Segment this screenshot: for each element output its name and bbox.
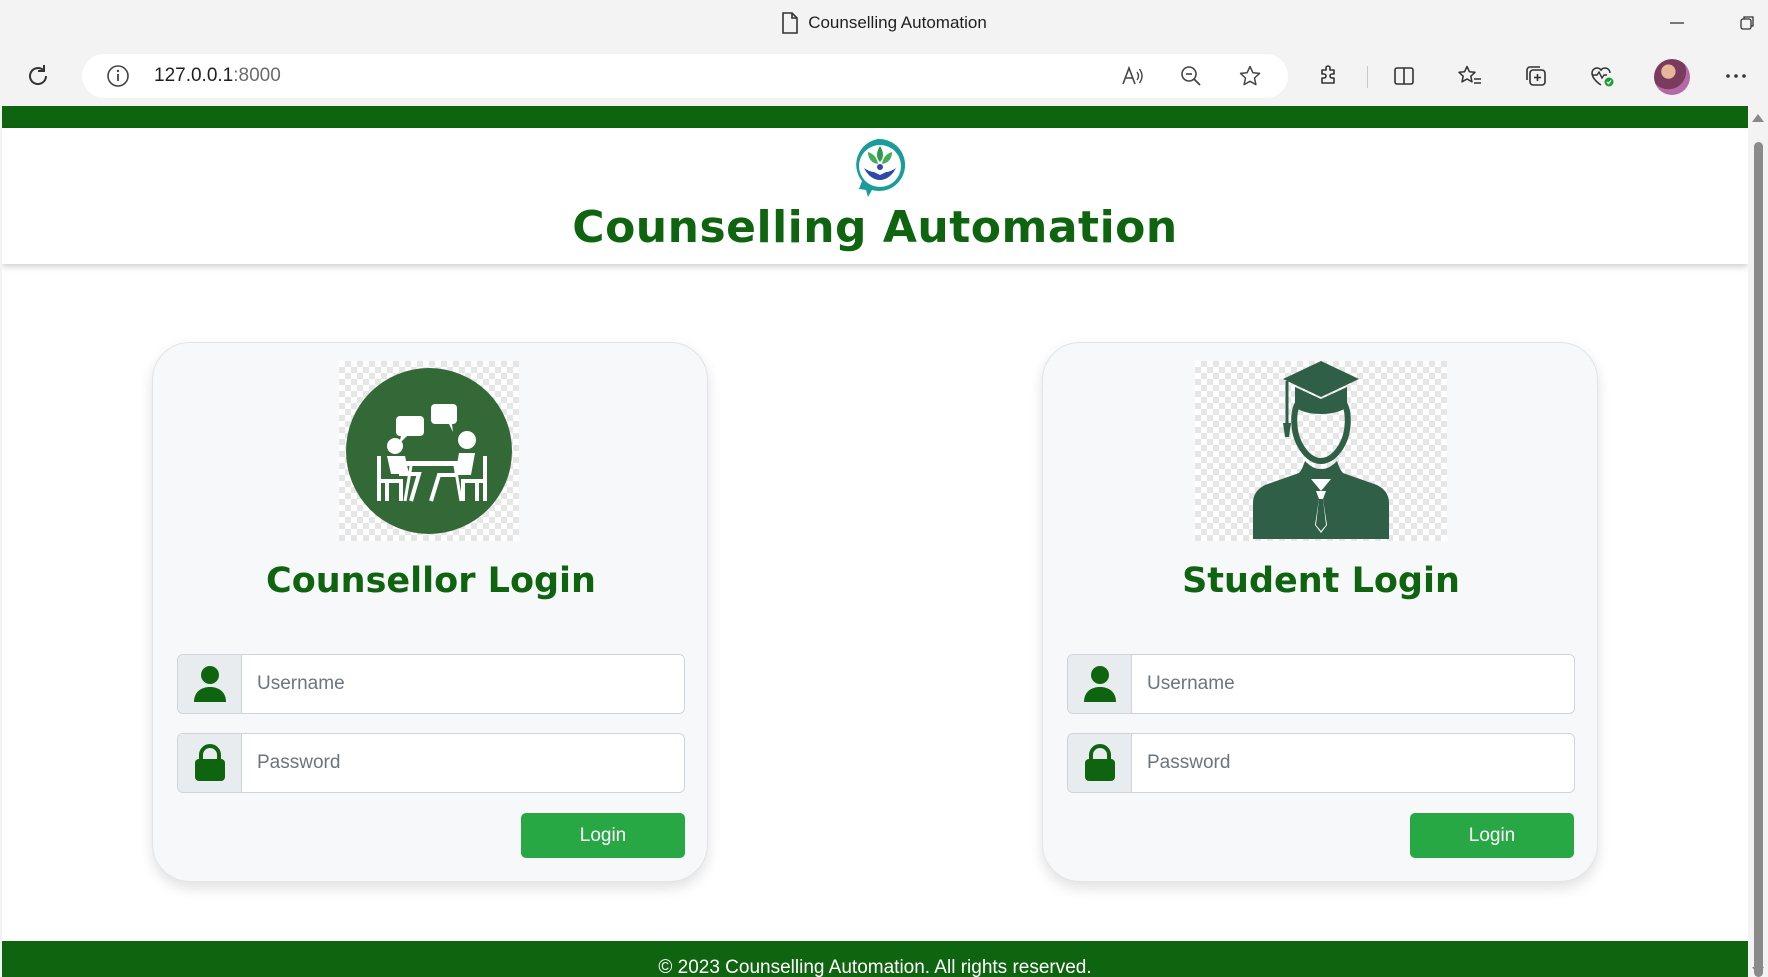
student-image <box>1195 361 1447 541</box>
browser-essentials-icon[interactable] <box>1586 60 1618 92</box>
lock-icon <box>1068 734 1132 792</box>
url-text[interactable]: 127.0.0.1:8000 <box>154 65 281 87</box>
lock-icon <box>178 734 242 792</box>
refresh-icon[interactable] <box>22 60 54 92</box>
restore-icon[interactable] <box>1734 10 1760 36</box>
page-viewport: Counselling Automation Counsellor Login … <box>2 106 1748 977</box>
site-title: Counselling Automation <box>572 202 1178 253</box>
top-green-bar <box>2 106 1748 128</box>
browser-tab[interactable]: Counselling Automation <box>0 12 1768 34</box>
counsellor-image <box>339 361 519 541</box>
counselling-session-icon <box>346 368 512 534</box>
counsellor-username-input[interactable] <box>242 655 684 713</box>
student-login-button[interactable]: Login <box>1410 813 1574 858</box>
counsellor-login-card: Counsellor Login Login <box>152 342 708 882</box>
student-password-field <box>1067 733 1575 793</box>
graduate-student-icon <box>1253 361 1389 539</box>
address-bar[interactable]: 127.0.0.1:8000 <box>82 54 1288 98</box>
zoom-out-icon[interactable] <box>1177 62 1205 90</box>
site-header: Counselling Automation <box>2 128 1748 264</box>
user-icon <box>1068 655 1132 713</box>
counsellor-login-button[interactable]: Login <box>521 813 685 858</box>
collections-icon[interactable] <box>1520 60 1552 92</box>
tab-title: Counselling Automation <box>808 13 987 32</box>
site-footer: © 2023 Counselling Automation. All right… <box>2 941 1748 977</box>
student-username-input[interactable] <box>1132 655 1574 713</box>
read-aloud-icon[interactable] <box>1118 62 1146 90</box>
scrollbar-thumb[interactable] <box>1754 142 1763 977</box>
counsellor-password-field <box>177 733 685 793</box>
page-scrollbar[interactable] <box>1748 106 1768 977</box>
profile-avatar[interactable] <box>1654 59 1690 95</box>
document-icon <box>782 12 798 34</box>
counsellor-login-heading: Counsellor Login <box>266 561 596 601</box>
site-info-icon[interactable] <box>106 64 130 88</box>
scroll-up-arrow-icon[interactable] <box>1752 114 1764 122</box>
toolbar-separator <box>1367 66 1368 88</box>
student-password-input[interactable] <box>1132 734 1574 792</box>
extensions-icon[interactable] <box>1313 60 1345 92</box>
browser-toolbar: 127.0.0.1:8000 <box>0 46 1768 106</box>
student-login-heading: Student Login <box>1182 561 1460 601</box>
counsellor-password-input[interactable] <box>242 734 684 792</box>
student-login-card: Student Login Login <box>1042 342 1598 882</box>
student-username-field <box>1067 654 1575 714</box>
favorite-star-icon[interactable] <box>1236 62 1264 90</box>
browser-titlebar: Counselling Automation <box>0 0 1768 46</box>
more-menu-icon[interactable] <box>1720 60 1752 92</box>
counselling-logo-icon <box>856 138 906 197</box>
counsellor-username-field <box>177 654 685 714</box>
user-icon <box>178 655 242 713</box>
scroll-down-arrow-icon[interactable] <box>1752 967 1764 975</box>
favorites-icon[interactable] <box>1454 60 1486 92</box>
split-screen-icon[interactable] <box>1388 60 1420 92</box>
copyright-text: © 2023 Counselling Automation. All right… <box>658 957 1092 977</box>
minimize-icon[interactable] <box>1664 10 1690 36</box>
